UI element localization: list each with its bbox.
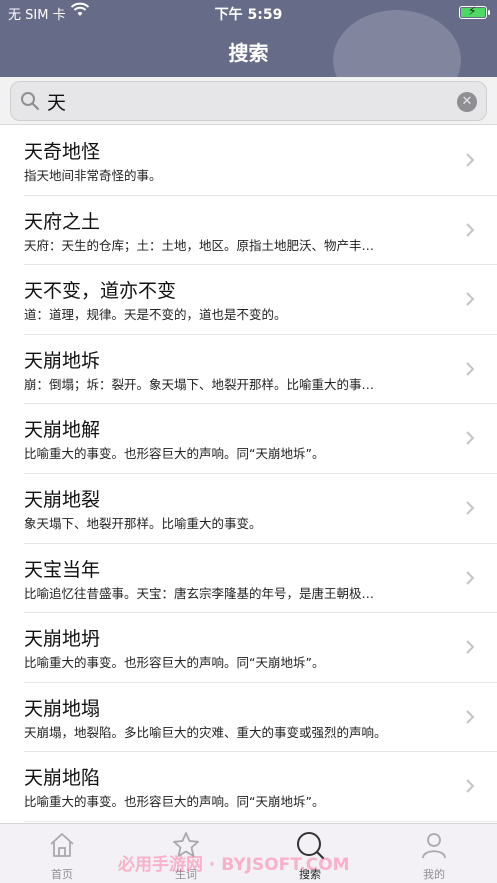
tab-bar: 首页 生词 搜索 我的 必用手游网 · BYJSOFT.COM bbox=[0, 823, 497, 883]
item-word: 天崩地塌 bbox=[24, 697, 101, 720]
chevron-right-icon bbox=[465, 361, 475, 381]
search-field-container[interactable]: ✕ bbox=[10, 81, 487, 121]
home-icon bbox=[50, 833, 74, 857]
list-item[interactable]: 天府之土 天府：天生的仓库；土：土地，地区。原指土地肥沃、物产丰… bbox=[24, 196, 497, 266]
item-word: 天崩地解 bbox=[24, 419, 101, 442]
item-description: 比喻追忆往昔盛事。天宝：唐玄宗李隆基的年号，是唐王朝极… bbox=[24, 585, 375, 601]
chevron-right-icon bbox=[465, 639, 475, 659]
item-word: 天奇地怪 bbox=[24, 141, 101, 163]
item-description: 比喻重大的事变。也形容巨大的声响。同“天崩地坼”。 bbox=[24, 794, 325, 810]
watermark: 必用手游网 · BYJSOFT.COM bbox=[118, 855, 350, 875]
list-item[interactable]: 天崩地坼 崩：倒塌；坼：裂开。象天塌下、地裂开那样。比喻重大的事… bbox=[24, 335, 497, 405]
tab-home[interactable]: 首页 bbox=[22, 830, 102, 882]
item-word: 天宝当年 bbox=[24, 558, 101, 581]
search-icon bbox=[20, 91, 40, 115]
chevron-right-icon bbox=[465, 291, 475, 311]
item-description: 崩：倒塌；坼：裂开。象天塌下、地裂开那样。比喻重大的事… bbox=[24, 376, 375, 392]
chevron-right-icon bbox=[465, 222, 475, 242]
item-description: 天府：天生的仓库；土：土地，地区。原指土地肥沃、物产丰… bbox=[24, 237, 375, 253]
result-list: 天奇地怪 指天地间非常奇怪的事。 天府之土 天府：天生的仓库；土：土地，地区。原… bbox=[0, 126, 497, 822]
tab-label: 我的 bbox=[423, 868, 445, 881]
chevron-right-icon bbox=[465, 152, 475, 172]
item-description: 比喻重大的事变。也形容巨大的声响。同“天崩地坼”。 bbox=[24, 655, 325, 671]
item-description: 比喻重大的事变。也形容巨大的声响。同“天崩地坼”。 bbox=[24, 446, 325, 462]
list-item[interactable]: 天宝当年 比喻追忆往昔盛事。天宝：唐玄宗李隆基的年号，是唐王朝极… bbox=[24, 544, 497, 614]
clear-icon[interactable]: ✕ bbox=[457, 92, 477, 112]
tab-profile[interactable]: 我的 bbox=[394, 830, 474, 882]
item-description: 天崩塌，地裂陷。多比喻巨大的灾难、重大的事变或强烈的声响。 bbox=[24, 724, 387, 740]
search-bar: ✕ bbox=[0, 77, 497, 125]
item-word: 天崩地陷 bbox=[24, 767, 101, 790]
item-word: 天府之土 bbox=[24, 210, 101, 233]
clock: 下午 5:59 bbox=[214, 7, 283, 23]
page-title: 搜索 bbox=[228, 41, 269, 65]
person-icon bbox=[422, 833, 446, 859]
chevron-right-icon bbox=[465, 430, 475, 450]
list-item[interactable]: 天崩地陷 比喻重大的事变。也形容巨大的声响。同“天崩地坼”。 bbox=[24, 752, 497, 822]
chevron-right-icon bbox=[465, 778, 475, 798]
search-input[interactable] bbox=[47, 86, 447, 116]
item-word: 天崩地裂 bbox=[24, 488, 101, 511]
list-item[interactable]: 天崩地坍 比喻重大的事变。也形容巨大的声响。同“天崩地坼”。 bbox=[24, 613, 497, 683]
chevron-right-icon bbox=[465, 709, 475, 729]
nav-header: 无 SIM 卡 下午 5:59 ⚡ 搜索 bbox=[0, 0, 497, 77]
item-description: 指天地间非常奇怪的事。 bbox=[24, 168, 162, 183]
item-description: 道：道理，规律。天是不变的，道也是不变的。 bbox=[24, 307, 287, 323]
item-word: 天不变，道亦不变 bbox=[24, 280, 177, 303]
tab-label: 首页 bbox=[51, 868, 73, 881]
list-item[interactable]: 天奇地怪 指天地间非常奇怪的事。 bbox=[24, 126, 497, 196]
item-word: 天崩地坍 bbox=[24, 628, 101, 651]
chevron-right-icon bbox=[465, 500, 475, 520]
list-item[interactable]: 天崩地裂 象天塌下、地裂开那样。比喻重大的事变。 bbox=[24, 474, 497, 544]
list-item[interactable]: 天崩地塌 天崩塌，地裂陷。多比喻巨大的灾难、重大的事变或强烈的声响。 bbox=[24, 683, 497, 753]
item-description: 象天塌下、地裂开那样。比喻重大的事变。 bbox=[24, 515, 262, 531]
list-item[interactable]: 天崩地解 比喻重大的事变。也形容巨大的声响。同“天崩地坼”。 bbox=[24, 404, 497, 474]
chevron-right-icon bbox=[465, 570, 475, 590]
battery-icon: ⚡ bbox=[459, 4, 490, 19]
status-bar: 无 SIM 卡 下午 5:59 ⚡ bbox=[0, 0, 497, 26]
item-word: 天崩地坼 bbox=[24, 349, 101, 372]
list-item[interactable]: 天不变，道亦不变 道：道理，规律。天是不变的，道也是不变的。 bbox=[24, 265, 497, 335]
